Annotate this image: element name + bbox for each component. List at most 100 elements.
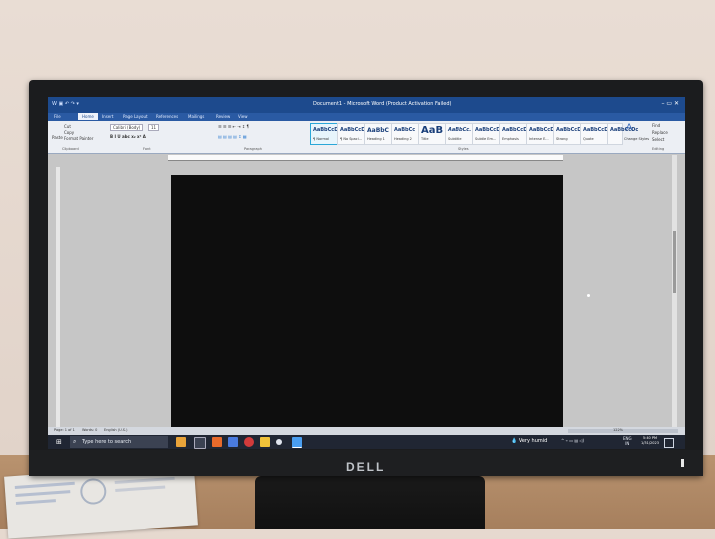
style-intense-emphasis[interactable]: AaBbCcDc Intense E... bbox=[526, 123, 557, 145]
copy-button[interactable]: Copy bbox=[64, 130, 74, 135]
language-indicator[interactable]: ENG IN bbox=[623, 436, 632, 446]
style-title[interactable]: AaB Title bbox=[418, 123, 446, 145]
change-styles-icon[interactable]: A bbox=[626, 123, 632, 133]
tab-file[interactable]: File bbox=[54, 114, 61, 119]
find-button[interactable]: Find bbox=[652, 123, 660, 128]
tab-review[interactable]: Review bbox=[216, 114, 230, 119]
word-taskbar-icon[interactable] bbox=[292, 437, 302, 448]
tab-home[interactable]: Home bbox=[78, 113, 98, 120]
vertical-ruler[interactable] bbox=[56, 167, 60, 427]
scrollbar-thumb[interactable] bbox=[673, 231, 676, 293]
style-name: Emphasis bbox=[502, 137, 519, 141]
tab-page-layout[interactable]: Page Layout bbox=[123, 114, 148, 119]
paste-button[interactable]: Paste bbox=[52, 135, 63, 140]
replace-button[interactable]: Replace bbox=[652, 130, 668, 135]
screen: W ▣ ↶ ↷ ▾ Document1 - Microsoft Word (Pr… bbox=[48, 97, 685, 449]
file-explorer-icon[interactable] bbox=[260, 437, 270, 447]
monitor-brand-logo: DELL bbox=[346, 460, 386, 474]
chrome-icon[interactable] bbox=[244, 437, 254, 447]
paragraph-align-buttons[interactable]: ▤ ▤ ▤ ▤ ↕ ▦ bbox=[218, 134, 247, 139]
clock-time: 5:40 PM bbox=[642, 436, 658, 440]
style-heading-1[interactable]: AaBbC Heading 1 bbox=[364, 123, 392, 145]
status-bar: Page: 1 of 1 Words: 0 English (U.S.) 122… bbox=[48, 427, 685, 435]
office-icon[interactable] bbox=[212, 437, 222, 447]
monitor-stand bbox=[255, 476, 485, 529]
style-name: Strong bbox=[556, 137, 568, 141]
search-placeholder: Type here to search bbox=[82, 439, 132, 445]
taskbar: ⊞ ⌕ Type here to search 💧 Very humid ^ ⌁… bbox=[48, 435, 685, 449]
paper-line bbox=[114, 476, 175, 484]
style-subtle-emphasis[interactable]: AaBbCcDc Subtle Em... bbox=[472, 123, 503, 145]
style-no-spacing[interactable]: AaBbCcDc ¶ No Spaci... bbox=[337, 123, 368, 145]
style-heading-2[interactable]: AaBbCc Heading 2 bbox=[391, 123, 419, 145]
search-icon: ⌕ bbox=[73, 438, 77, 445]
style-sample: AaBbCc bbox=[394, 127, 416, 133]
style-name: Quote bbox=[583, 137, 594, 141]
paper-line bbox=[15, 490, 71, 497]
editing-group-label: Editing bbox=[652, 147, 665, 151]
ribbon: Paste Cut Copy Format Painter Clipboard … bbox=[48, 121, 685, 154]
settings-icon[interactable] bbox=[276, 439, 282, 445]
style-name: Subtitle bbox=[448, 137, 462, 141]
font-group-label: Font bbox=[143, 147, 151, 151]
paper-line bbox=[15, 499, 56, 505]
style-name: Heading 1 bbox=[367, 137, 385, 141]
style-emphasis[interactable]: AaBbCcDc Emphasis bbox=[499, 123, 530, 145]
style-name: ¶ Normal bbox=[313, 137, 330, 141]
tab-mailings[interactable]: Mailings bbox=[188, 114, 204, 119]
style-name: ¶ No Spaci... bbox=[340, 137, 363, 141]
style-name: Intense E... bbox=[529, 137, 549, 141]
font-format-buttons[interactable]: B I U abc x₂ x² A bbox=[110, 134, 146, 139]
horizontal-ruler[interactable] bbox=[168, 155, 563, 161]
clock-date: 1/31/2023 bbox=[641, 441, 659, 445]
window-controls[interactable]: – ▭ ✕ bbox=[661, 100, 679, 107]
cortana-icon[interactable] bbox=[176, 437, 186, 447]
status-page[interactable]: Page: 1 of 1 bbox=[54, 428, 75, 432]
windows-start-icon[interactable]: ⊞ bbox=[56, 438, 64, 446]
taskbar-search[interactable]: ⌕ Type here to search bbox=[70, 436, 168, 448]
style-quote[interactable]: AaBbCcDc Quote bbox=[580, 123, 611, 145]
style-sample: AaBbC bbox=[367, 127, 389, 134]
style-name: Title bbox=[421, 137, 429, 141]
notification-icon[interactable] bbox=[664, 438, 674, 448]
mail-icon[interactable] bbox=[228, 437, 238, 447]
status-language[interactable]: English (U.S.) bbox=[104, 428, 128, 432]
lang-region: IN bbox=[625, 441, 630, 446]
font-size-select[interactable]: 11 bbox=[148, 124, 160, 131]
change-styles-button[interactable]: Change Styles bbox=[624, 137, 649, 141]
style-more[interactable]: AaBbCcDc bbox=[607, 123, 638, 145]
taskbar-clock[interactable]: 5:40 PM 1/31/2023 bbox=[641, 436, 659, 446]
status-words[interactable]: Words: 0 bbox=[82, 428, 97, 432]
ribbon-tabs: File Home Insert Page Layout References … bbox=[48, 113, 685, 121]
font-name-select[interactable]: Calibri (Body) bbox=[110, 124, 144, 131]
mouse-cursor bbox=[587, 294, 590, 297]
style-subtitle[interactable]: AaBbCc. Subtitle bbox=[445, 123, 473, 145]
cut-button[interactable]: Cut bbox=[64, 124, 71, 129]
clipboard-group-label: Clipboard bbox=[62, 147, 79, 151]
task-view-icon[interactable] bbox=[194, 437, 206, 449]
quick-access-toolbar[interactable]: W ▣ ↶ ↷ ▾ bbox=[52, 101, 79, 107]
format-painter-button[interactable]: Format Painter bbox=[64, 136, 93, 141]
tab-insert[interactable]: Insert bbox=[102, 114, 113, 119]
window-title: Document1 - Microsoft Word (Product Acti… bbox=[313, 101, 452, 107]
style-sample: AaBbCc. bbox=[448, 127, 472, 133]
styles-group-label: Styles bbox=[458, 147, 469, 151]
weather-widget[interactable]: 💧 Very humid bbox=[511, 438, 547, 444]
style-sample: AaB bbox=[421, 125, 444, 136]
style-strong[interactable]: AaBbCcDc Strong bbox=[553, 123, 584, 145]
zoom-level[interactable]: 122% bbox=[613, 428, 623, 432]
style-normal[interactable]: AaBbCcDc ¶ Normal bbox=[310, 123, 341, 145]
paper-seal-icon bbox=[79, 477, 108, 506]
system-tray-icons[interactable]: ^ ⌁ ▭ ▤ ◁) bbox=[561, 438, 584, 443]
weather-text: Very humid bbox=[518, 438, 548, 444]
tab-references[interactable]: References bbox=[156, 114, 178, 119]
tab-view[interactable]: View bbox=[238, 114, 248, 119]
select-button[interactable]: Select bbox=[652, 137, 664, 142]
paragraph-list-buttons[interactable]: ☰ ☰ ☰ ⇤ ⇥ ↕ ¶ bbox=[218, 124, 249, 129]
style-name: Heading 2 bbox=[394, 137, 412, 141]
paper-line bbox=[14, 481, 75, 489]
style-name: Subtle Em... bbox=[475, 137, 497, 141]
style-sample: AaBbCcDc bbox=[610, 127, 639, 133]
paragraph-group-label: Paragraph bbox=[244, 147, 262, 151]
document-page[interactable] bbox=[171, 175, 563, 437]
